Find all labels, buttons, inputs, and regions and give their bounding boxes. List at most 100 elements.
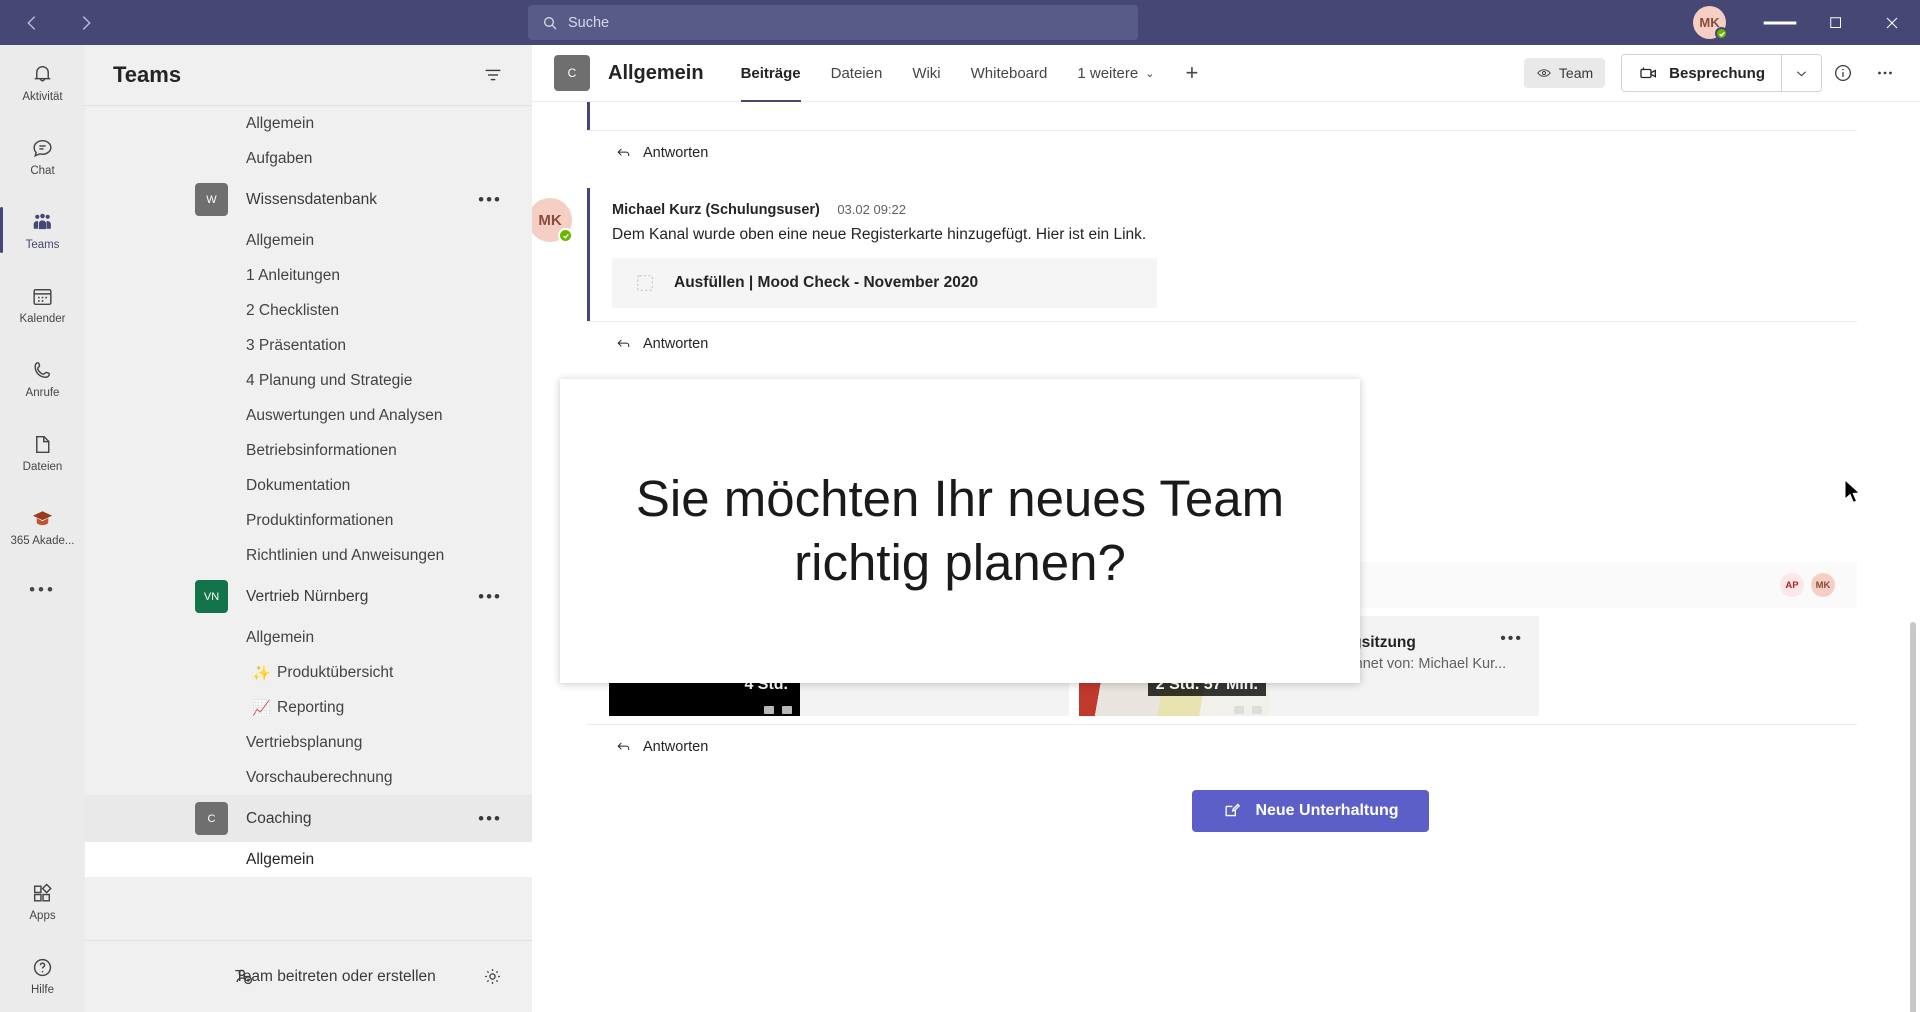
channel-row[interactable]: Vertriebsplanung bbox=[85, 725, 532, 760]
team-avatar: VN bbox=[195, 580, 228, 613]
channel-row[interactable]: Dokumentation bbox=[85, 468, 532, 503]
channel-name: 3 Präsentation bbox=[246, 336, 346, 354]
tab-whiteboard[interactable]: Whiteboard bbox=[956, 45, 1063, 102]
channel-name: Betriebsinformationen bbox=[246, 441, 397, 459]
participant-avatar: MK bbox=[1811, 573, 1835, 597]
channel-emoji-icon: 📈 bbox=[252, 699, 271, 717]
channel-row[interactable]: 1 Anleitungen bbox=[85, 258, 532, 293]
meeting-dropdown-button[interactable] bbox=[1781, 55, 1821, 91]
participant-avatar: AP bbox=[1780, 573, 1804, 597]
channel-more-button[interactable] bbox=[1864, 52, 1906, 94]
channel-avatar: C bbox=[554, 55, 590, 91]
team-channel-list[interactable]: Allgemein Aufgaben W Wissensdatenbank ••• All… bbox=[85, 105, 532, 940]
channel-name: 2 Checklisten bbox=[246, 301, 340, 319]
channel-row[interactable]: ✨ Produktübersicht bbox=[85, 655, 532, 690]
new-conversation-button[interactable]: Neue Unterhaltung bbox=[1192, 790, 1429, 832]
channel-name: Produktübersicht bbox=[277, 663, 394, 681]
channel-name: Allgemein bbox=[246, 850, 315, 868]
rail-item-teams[interactable]: Teams bbox=[0, 193, 85, 267]
maximize-button[interactable] bbox=[1808, 0, 1864, 45]
tab-dateien[interactable]: Dateien bbox=[816, 45, 898, 102]
channel-row[interactable]: Vorschauberechnung bbox=[85, 760, 532, 795]
search-input[interactable]: Suche bbox=[528, 5, 1138, 40]
reply-button-mid[interactable]: Antworten bbox=[587, 321, 1857, 365]
phone-icon bbox=[34, 361, 51, 378]
chevron-down-icon: ⌄ bbox=[1145, 67, 1155, 80]
channel-row[interactable]: Aufgaben bbox=[85, 141, 532, 176]
message-text: Dem Kanal wurde oben eine neue Registerk… bbox=[612, 226, 1147, 243]
graduation-cap-icon bbox=[32, 510, 53, 525]
channel-row[interactable]: Allgemein bbox=[85, 620, 532, 655]
rail-item-aktivitaet[interactable]: Aktivität bbox=[0, 45, 85, 119]
team-row[interactable]: VN Vertrieb Nürnberg ••• bbox=[85, 573, 532, 620]
back-button[interactable] bbox=[16, 7, 48, 39]
rail-item-kalender[interactable]: Kalender bbox=[0, 267, 85, 341]
channel-row[interactable]: 2 Checklisten bbox=[85, 293, 532, 328]
channel-row[interactable]: Allgemein bbox=[85, 106, 532, 141]
channel-row[interactable]: Richtlinien und Anweisungen bbox=[85, 538, 532, 573]
gear-icon[interactable] bbox=[481, 965, 504, 993]
tab-beiträge[interactable]: Beiträge bbox=[726, 45, 816, 102]
video-camera-icon bbox=[1640, 67, 1657, 78]
team-more-icon[interactable]: ••• bbox=[478, 587, 502, 607]
presence-available-icon bbox=[558, 228, 573, 243]
message-partial-top bbox=[587, 102, 1857, 130]
meeting-button[interactable]: Besprechung bbox=[1622, 55, 1781, 91]
video-controls[interactable] bbox=[764, 706, 792, 714]
team-more-icon[interactable]: ••• bbox=[478, 809, 502, 829]
team-row[interactable]: W Wissensdatenbank ••• bbox=[85, 176, 532, 223]
channel-name: Allgemein bbox=[246, 231, 315, 249]
channel-name: Allgemein bbox=[246, 114, 315, 132]
channel-row[interactable]: 3 Präsentation bbox=[85, 328, 532, 363]
tab-1-weitere[interactable]: 1 weitere ⌄ bbox=[1062, 45, 1169, 102]
video-controls[interactable] bbox=[1234, 706, 1262, 714]
channel-name: Reporting bbox=[277, 698, 345, 716]
reply-label: Antworten bbox=[643, 144, 709, 161]
team-more-icon[interactable]: ••• bbox=[478, 190, 502, 210]
forward-button[interactable] bbox=[70, 7, 102, 39]
team-row[interactable]: C Coaching ••• bbox=[85, 795, 532, 842]
window-controls: MK bbox=[1693, 0, 1920, 45]
join-or-create-team-button[interactable]: Team beitreten oder erstellen bbox=[235, 968, 436, 986]
rail-item-anrufe[interactable]: Anrufe bbox=[0, 341, 85, 415]
filter-button[interactable] bbox=[482, 64, 504, 86]
channel-row[interactable]: Allgemein bbox=[85, 842, 532, 877]
add-tab-button[interactable]: + bbox=[1169, 60, 1214, 86]
recording-more-icon[interactable]: ••• bbox=[1500, 630, 1523, 648]
minimize-button[interactable] bbox=[1752, 0, 1808, 45]
meeting-button-group: Besprechung bbox=[1621, 54, 1822, 92]
overlay-card: Sie möchten Ihr neues Team richtig plane… bbox=[560, 379, 1360, 683]
channel-row[interactable]: Betriebsinformationen bbox=[85, 433, 532, 468]
channel-row[interactable]: Produktinformationen bbox=[85, 503, 532, 538]
reply-button-bottom[interactable]: Antworten bbox=[587, 724, 1857, 768]
team-name: Wissensdatenbank bbox=[246, 190, 377, 208]
channel-row[interactable]: Allgemein bbox=[85, 223, 532, 258]
message-link-card[interactable]: Ausfüllen | Mood Check - November 2020 bbox=[612, 258, 1157, 308]
rail-item-chat[interactable]: Chat bbox=[0, 119, 85, 193]
channel-tabs[interactable]: Beiträge Dateien Wiki Whiteboard 1 weitere ⌄ bbox=[726, 45, 1170, 102]
channel-info-button[interactable] bbox=[1822, 52, 1864, 94]
rail-item-365-akademie[interactable]: 365 Akade... bbox=[0, 489, 85, 563]
message-timestamp: 03.02 09:22 bbox=[837, 202, 907, 217]
channel-row[interactable]: Auswertungen und Analysen bbox=[85, 398, 532, 433]
reply-button-top[interactable]: Antworten bbox=[587, 130, 1857, 174]
rail-label: 365 Akade... bbox=[10, 534, 75, 547]
tab-label: Wiki bbox=[912, 64, 941, 82]
tab-wiki[interactable]: Wiki bbox=[897, 45, 955, 102]
conversation-scrollbar[interactable] bbox=[1910, 622, 1916, 1012]
close-button[interactable] bbox=[1864, 0, 1920, 45]
channel-row[interactable]: 📈 Reporting bbox=[85, 690, 532, 725]
channel-row[interactable]: 4 Planung und Strategie bbox=[85, 363, 532, 398]
title-bar: Suche MK bbox=[0, 0, 1920, 45]
message-item: MK Michael Kurz (Schulungsuser) 03.02 09… bbox=[532, 188, 1857, 321]
help-icon bbox=[33, 958, 52, 976]
new-conversation-label: Neue Unterhaltung bbox=[1255, 802, 1399, 819]
rail-item-apps[interactable]: Apps bbox=[0, 864, 85, 938]
rail-more-button[interactable]: ••• bbox=[29, 563, 56, 617]
team-visibility-pill[interactable]: Team bbox=[1523, 58, 1606, 88]
filter-icon bbox=[485, 69, 501, 81]
avatar[interactable]: MK bbox=[1693, 6, 1728, 40]
rail-item-dateien[interactable]: Dateien bbox=[0, 415, 85, 489]
rail-item-hilfe[interactable]: Hilfe bbox=[0, 938, 85, 1012]
apps-icon bbox=[33, 882, 52, 902]
